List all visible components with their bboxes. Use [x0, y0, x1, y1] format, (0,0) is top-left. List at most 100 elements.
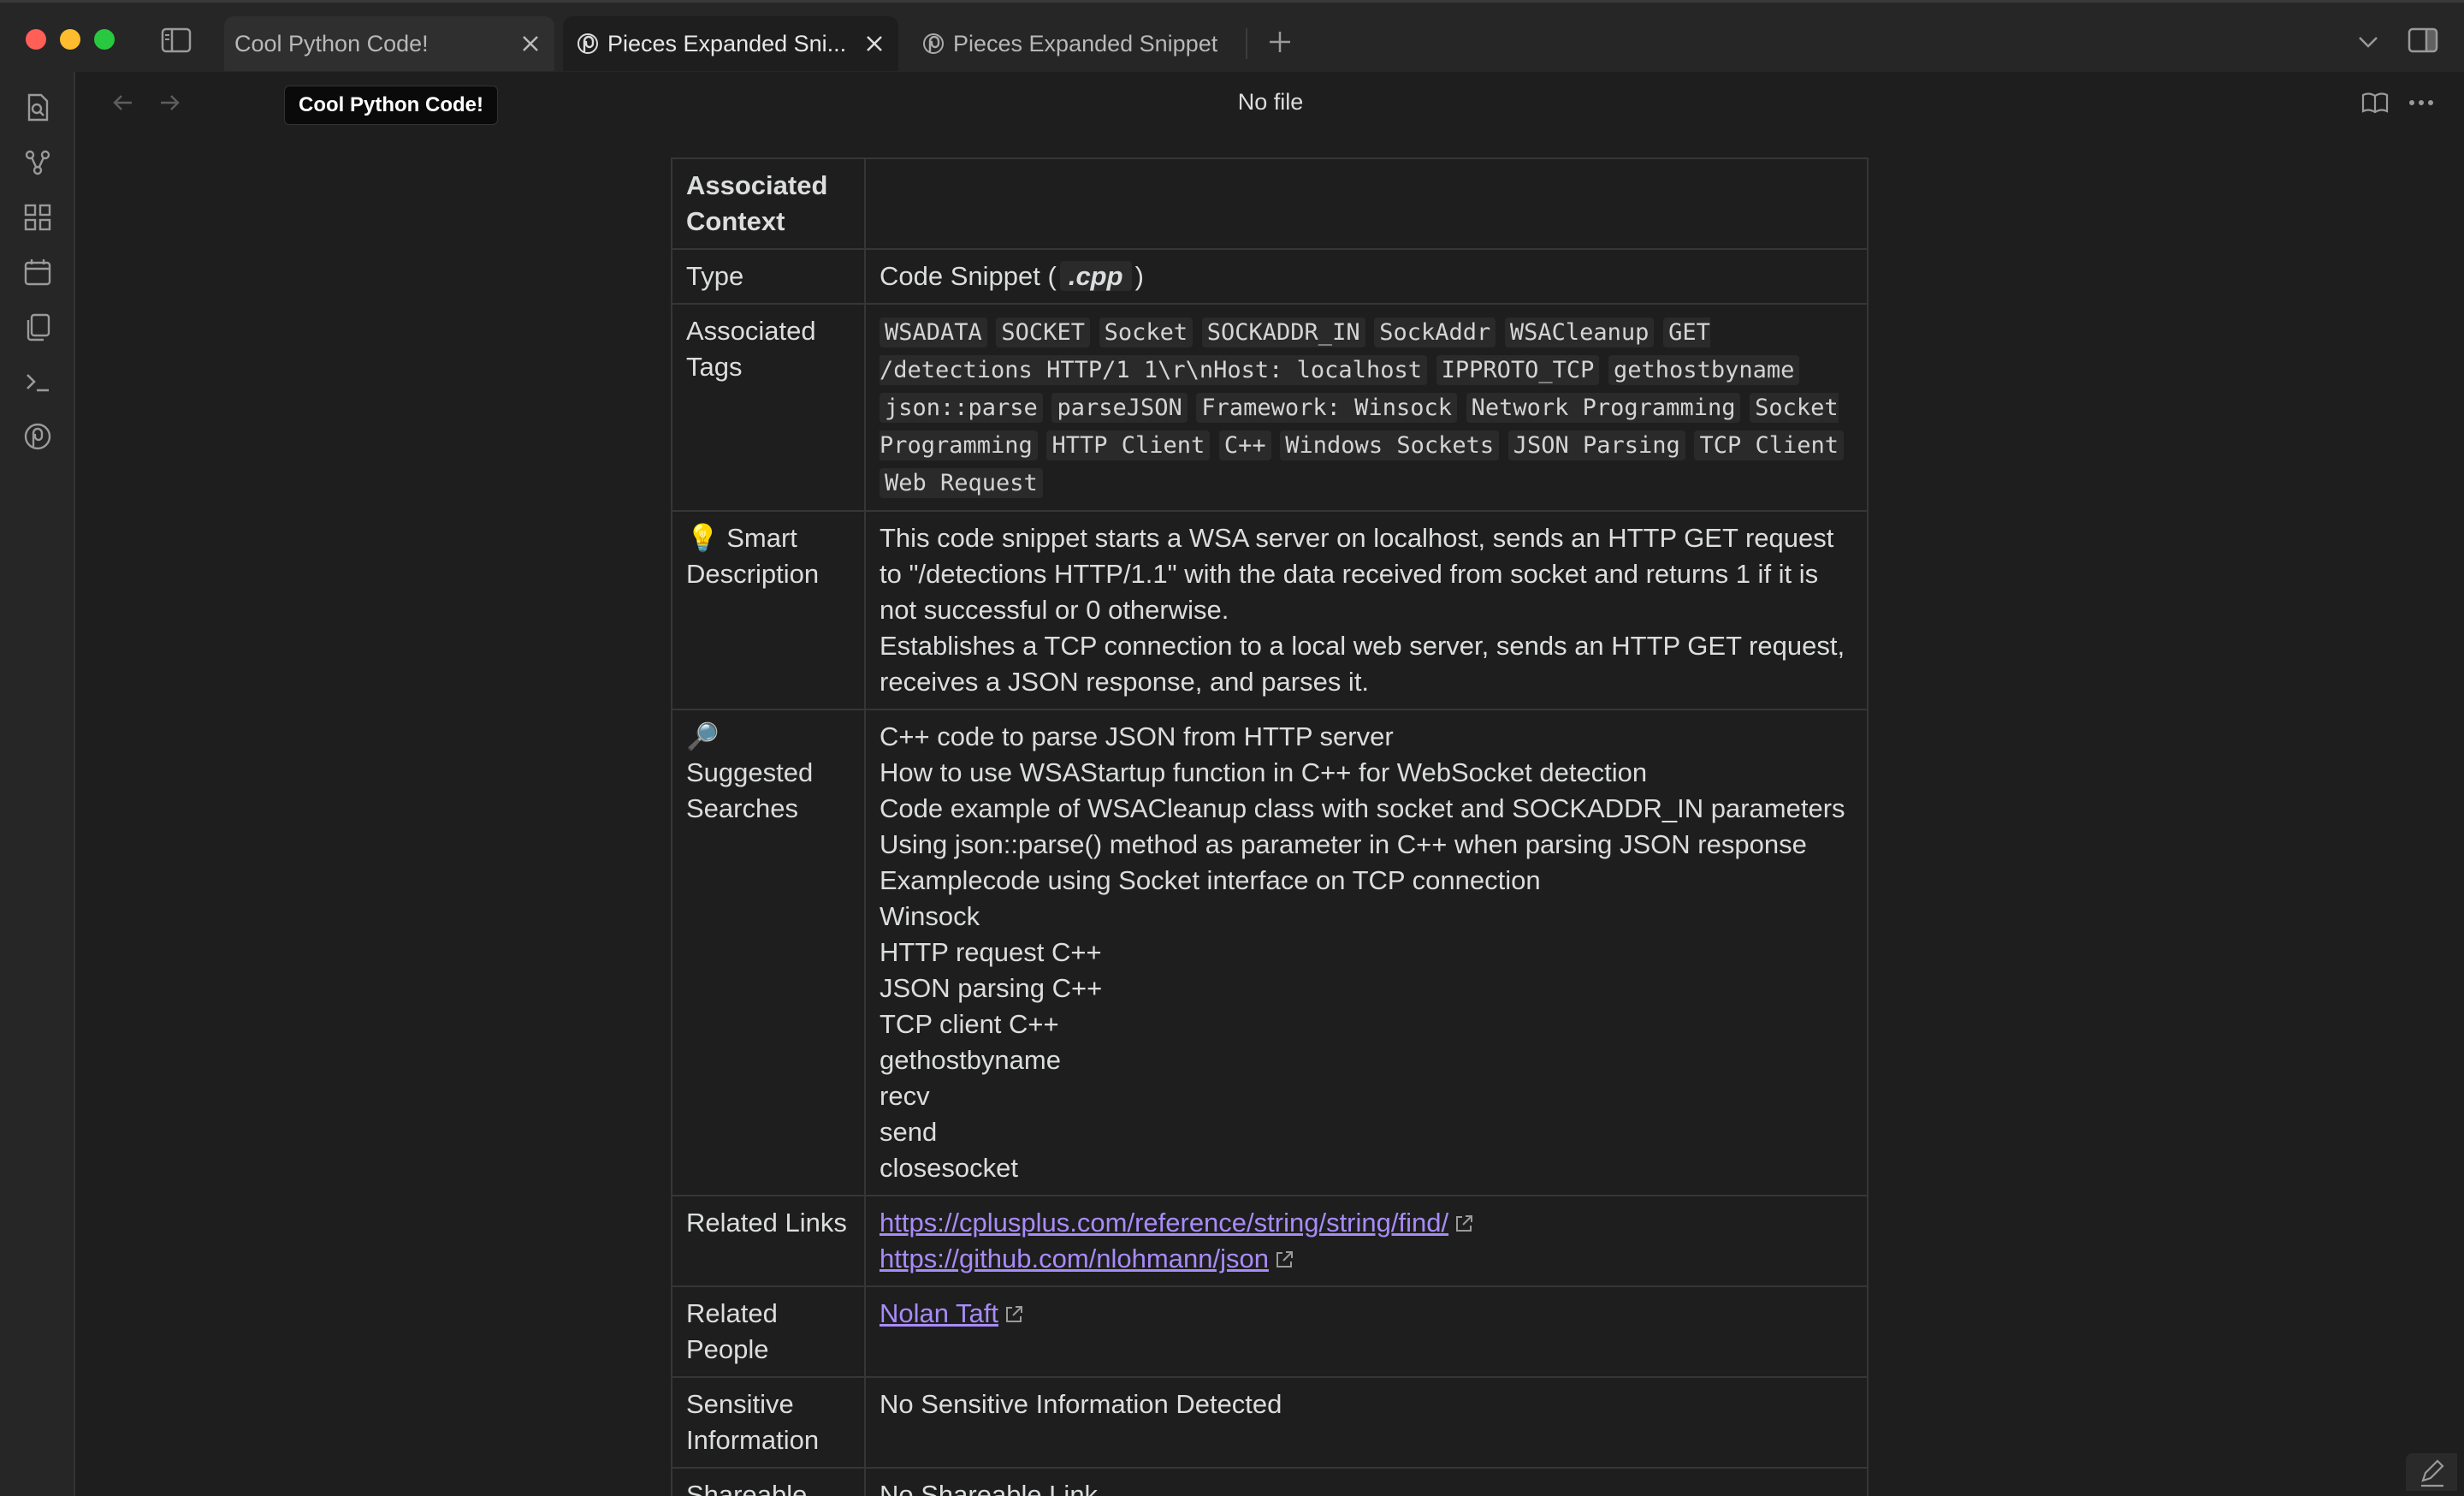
magnifier-icon: 🔎	[686, 721, 720, 751]
chevron-down-icon[interactable]	[2353, 27, 2384, 57]
file-extension: .cpp	[1059, 261, 1132, 291]
tag-chip: SOCKET	[996, 318, 1090, 347]
tab-label: Cool Python Code!	[234, 30, 429, 56]
row-key: 💡 Smart Description	[671, 510, 866, 710]
description-text: This code snippet starts a WSA server on…	[864, 510, 1869, 710]
toggle-sidebar-icon[interactable]	[159, 25, 193, 56]
tag-chip: HTTP Client	[1046, 430, 1211, 460]
file-search-icon[interactable]	[19, 89, 56, 127]
more-options-icon[interactable]	[2404, 86, 2438, 120]
tab-pieces-expanded-snippet-active[interactable]: Pieces Expanded Sni...	[563, 16, 898, 71]
pieces-icon[interactable]	[19, 418, 56, 455]
tag-chip: json::parse	[880, 393, 1043, 423]
tags-list: WSADATA SOCKET Socket SOCKADDR_IN SockAd…	[864, 303, 1869, 512]
list-item: TCP client C++	[880, 1009, 1059, 1039]
row-key: Related People	[671, 1285, 866, 1378]
related-link-item: https://github.com/nlohmann/json	[880, 1241, 1853, 1277]
tag-chip: Web Request	[880, 468, 1043, 498]
grid-icon[interactable]	[19, 199, 56, 236]
row-value: No Shareable Link	[864, 1467, 1869, 1496]
tab-label: Pieces Expanded Sni...	[607, 30, 847, 56]
row-key-label: Suggested Searches	[686, 757, 814, 823]
list-item: HTTP request C++	[880, 937, 1102, 967]
tag-chip: Network Programming	[1466, 393, 1741, 423]
external-link-icon	[1004, 1298, 1024, 1322]
list-item: recv	[880, 1081, 930, 1111]
related-link[interactable]: https://cplusplus.com/reference/string/s…	[880, 1208, 1448, 1238]
minimize-window-button[interactable]	[60, 29, 80, 50]
tab-divider	[1246, 28, 1247, 59]
list-item: Winsock	[880, 901, 980, 931]
row-value	[864, 157, 1869, 250]
related-link[interactable]: https://github.com/nlohmann/json	[880, 1244, 1269, 1273]
tag-chip: WSACleanup	[1504, 318, 1655, 347]
zoom-window-button[interactable]	[94, 29, 115, 50]
tag-chip: Socket	[1099, 318, 1194, 347]
tab-tooltip: Cool Python Code!	[284, 86, 498, 125]
table-row-shareable: Shareable No Shareable Link	[671, 1467, 1869, 1496]
terminal-icon[interactable]	[19, 363, 56, 401]
tag-chip: IPPROTO_TCP	[1436, 355, 1600, 385]
list-item: JSON parsing C++	[880, 973, 1103, 1003]
row-key: Associated Context	[671, 157, 866, 250]
tag-chip: gethostbyname	[1608, 355, 1800, 385]
table-row-people: Related People Nolan Taft	[671, 1285, 1869, 1378]
table-row-type: Type Code Snippet (.cpp)	[671, 248, 1869, 305]
list-item: C++ code to parse JSON from HTTP server	[880, 721, 1394, 751]
edit-button[interactable]	[2406, 1453, 2457, 1491]
calendar-icon[interactable]	[19, 253, 56, 291]
pieces-icon	[577, 33, 599, 55]
table-row-associated-context: Associated Context	[671, 157, 1869, 250]
tab-pieces-expanded-snippet[interactable]: Pieces Expanded Snippet	[909, 16, 1237, 71]
toggle-right-sidebar-icon[interactable]	[2406, 25, 2440, 56]
close-window-button[interactable]	[26, 29, 46, 50]
related-person-link[interactable]: Nolan Taft	[880, 1298, 998, 1328]
close-icon[interactable]	[864, 33, 885, 54]
close-icon[interactable]	[520, 33, 541, 54]
type-label: Code Snippet	[880, 261, 1040, 291]
tag-chip: parseJSON	[1051, 393, 1188, 423]
tag-chip: SOCKADDR_IN	[1201, 318, 1365, 347]
reading-view-icon[interactable]	[2358, 86, 2392, 120]
tag-chip: TCP Client	[1694, 430, 1845, 460]
snippet-metadata-table: Associated Context Type Code Snippet (.c…	[671, 157, 1869, 1496]
suggested-searches-list: C++ code to parse JSON from HTTP server H…	[864, 709, 1869, 1196]
list-item: closesocket	[880, 1153, 1018, 1183]
external-link-icon	[1454, 1208, 1474, 1232]
list-item: Examplecode using Socket interface on TC…	[880, 865, 1541, 895]
description-line: This code snippet starts a WSA server on…	[880, 523, 1834, 625]
tag-chip: SockAddr	[1374, 318, 1496, 347]
tag-chip: Framework: Winsock	[1196, 393, 1457, 423]
related-link-item: https://cplusplus.com/reference/string/s…	[880, 1205, 1853, 1241]
left-ribbon	[0, 72, 75, 1496]
pieces-icon	[922, 33, 945, 55]
table-row-tags: Associated Tags WSADATA SOCKET Socket SO…	[671, 303, 1869, 512]
list-item: send	[880, 1117, 938, 1147]
table-row-searches: 🔎 Suggested Searches C++ code to parse JS…	[671, 709, 1869, 1196]
graph-icon[interactable]	[19, 144, 56, 181]
type-value: Code Snippet (.cpp)	[864, 248, 1869, 305]
row-key: Type	[671, 248, 866, 305]
related-links-list: https://cplusplus.com/reference/string/s…	[864, 1195, 1869, 1287]
list-item: How to use WSAStartup function in C++ fo…	[880, 757, 1648, 787]
list-item: Code example of WSACleanup class with so…	[880, 793, 1845, 823]
tag-chip: WSADATA	[880, 318, 987, 347]
table-row-links: Related Links https://cplusplus.com/refe…	[671, 1195, 1869, 1287]
list-item: Using json::parse() method as parameter …	[880, 829, 1807, 859]
row-value: No Sensitive Information Detected	[864, 1376, 1869, 1469]
external-link-icon	[1274, 1244, 1294, 1267]
copy-icon[interactable]	[19, 308, 56, 346]
row-key: Sensitive Information	[671, 1376, 866, 1469]
tag-chip: C++	[1218, 430, 1271, 460]
title-bar: Cool Python Code! Pieces Expanded Sni...…	[0, 0, 2464, 72]
table-row-description: 💡 Smart Description This code snippet st…	[671, 510, 1869, 710]
description-line: Establishes a TCP connection to a local …	[880, 631, 1845, 697]
related-people-list: Nolan Taft	[864, 1285, 1869, 1378]
tab-label: Pieces Expanded Snippet	[953, 30, 1218, 56]
row-key: Related Links	[671, 1195, 866, 1287]
tab-cool-python-code[interactable]: Cool Python Code!	[224, 16, 554, 71]
table-row-sensitive: Sensitive Information No Sensitive Infor…	[671, 1376, 1869, 1469]
row-key: 🔎 Suggested Searches	[671, 709, 866, 1196]
new-tab-icon[interactable]	[1263, 25, 1297, 59]
lightbulb-icon: 💡	[686, 523, 720, 553]
